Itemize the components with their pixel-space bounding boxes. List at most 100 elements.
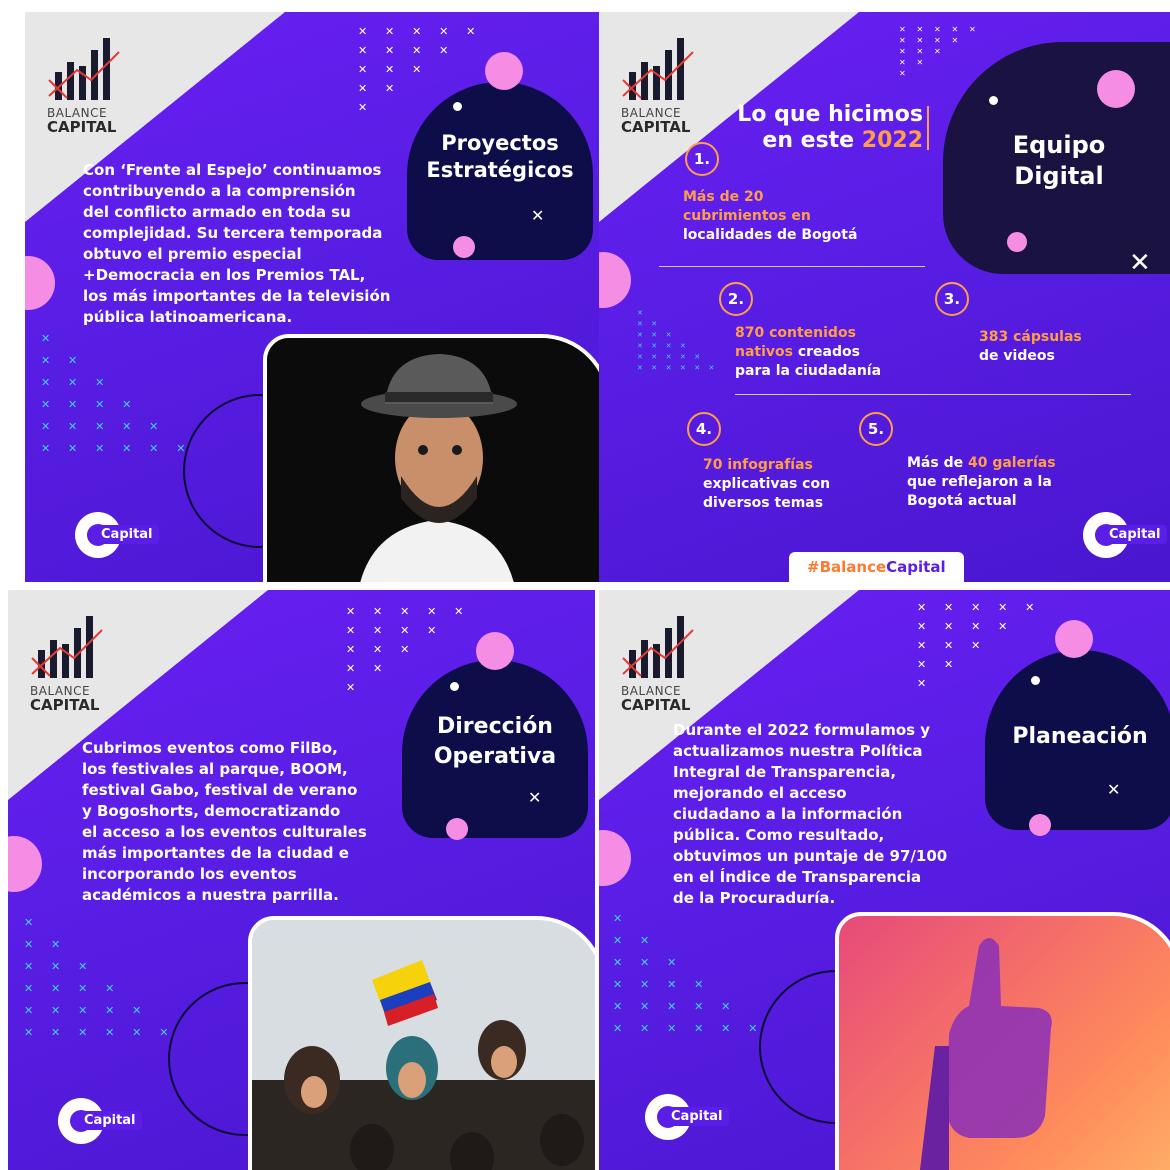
body-line: y Bogoshorts, democratizando: [82, 802, 341, 820]
pink-circle: [1055, 620, 1093, 658]
body-line: festival Gabo, festival de verano: [82, 781, 358, 799]
stat-text: Más de: [907, 455, 968, 471]
item-number-1: 1.: [685, 142, 719, 176]
body-line: contribuyendo a la comprensión: [83, 182, 356, 200]
bar-chart-icon: [48, 38, 120, 100]
capital-label: Capital: [78, 1111, 142, 1130]
body-line: del conflicto armado en toda su: [83, 203, 351, 221]
body-line: los festivales al parque, BOOM,: [82, 760, 348, 778]
white-dot: [989, 96, 998, 105]
title-blob: Proyectos Estratégicos ✕: [407, 82, 593, 260]
heading-text: en este: [762, 128, 862, 153]
stat-item-4: 70 infografías explicativas con diversos…: [703, 456, 830, 513]
pink-circle-left: [599, 252, 631, 308]
stat-line: explicativas con: [703, 476, 831, 492]
stat-line: 70 infografías: [703, 457, 813, 473]
body-line: ciudadano a la información: [673, 805, 903, 823]
divider-line: [659, 266, 925, 267]
body-line: obtuvo el premio especial: [83, 245, 302, 263]
white-dot: [453, 102, 462, 111]
heading-line-2: en este 2022: [733, 128, 923, 154]
panel-direccion-operativa: BALANCE CAPITAL ✕ ✕ ✕ ✕ ✕ ✕ ✕ ✕ ✕ ✕ ✕ ✕ …: [8, 590, 595, 1170]
body-line: de la Procuraduría.: [673, 889, 836, 907]
bar-chart-icon: [622, 616, 694, 678]
body-line: Integral de Transparencia,: [673, 763, 897, 781]
body-line: complejidad. Su tercera temporada: [83, 224, 383, 242]
thumbs-up-photo: [835, 912, 1170, 1170]
stat-line: diversos temas: [703, 495, 824, 511]
hashtag-part2: Capital: [886, 558, 946, 576]
title-blob: Dirección Operativa ✕: [402, 660, 588, 838]
balance-capital-logo: BALANCE CAPITAL: [30, 608, 140, 714]
title-line-1: Proyectos: [441, 131, 559, 155]
body-line: los más importantes de la televisión: [83, 287, 391, 305]
pink-circle-left: [8, 836, 42, 892]
title-line-1: Dirección: [437, 714, 553, 739]
thumbs-up-image: [919, 938, 1052, 1170]
stat-text: creados: [792, 344, 860, 360]
capital-logo: Capital: [1083, 512, 1167, 562]
stat-emph: nativos: [735, 344, 793, 360]
stat-line: que reflejaron a la: [907, 474, 1052, 490]
title-line-1: Equipo: [1012, 131, 1106, 159]
panel-planeacion: BALANCE CAPITAL ✕ ✕ ✕ ✕ ✕ ✕ ✕ ✕ ✕ ✕ ✕ ✕ …: [599, 590, 1170, 1170]
body-line: más importantes de la ciudad e: [82, 844, 349, 862]
stat-line: Bogotá actual: [907, 493, 1017, 509]
item-number-3: 3.: [935, 282, 969, 316]
body-line: en el Índice de Transparencia: [673, 868, 922, 886]
pink-circle-small: [1007, 232, 1027, 252]
close-x-icon: ✕: [528, 788, 542, 807]
stat-line: Más de 20: [683, 189, 764, 205]
pink-circle-small: [453, 236, 475, 258]
x-pattern-cyan: ✕ ✕ ✕ ✕ ✕ ✕ ✕ ✕ ✕ ✕ ✕ ✕ ✕ ✕ ✕ ✕ ✕ ✕ ✕ ✕ …: [613, 912, 765, 1035]
stat-line: para la ciudadanía: [735, 363, 882, 379]
stat-line: nativos creados: [735, 343, 881, 362]
title-line-2: Estratégicos: [426, 158, 574, 182]
title-line-2: Digital: [1014, 162, 1104, 190]
pink-circle-small: [446, 818, 468, 840]
bar-chart-icon: [622, 38, 694, 100]
capital-logo: Capital: [645, 1094, 729, 1144]
heading-year: 2022: [861, 128, 923, 153]
stat-line: localidades de Bogotá: [683, 227, 858, 243]
logo-line2: CAPITAL: [621, 696, 691, 714]
body-line: académicos a nuestra parrilla.: [82, 886, 339, 904]
white-dot: [1031, 676, 1040, 685]
crowd-image: [252, 920, 595, 1170]
divider-accent: [927, 106, 929, 150]
x-pattern-cyan: ✕ ✕ ✕ ✕ ✕ ✕ ✕ ✕ ✕ ✕ ✕ ✕ ✕ ✕ ✕ ✕ ✕ ✕ ✕ ✕ …: [41, 332, 193, 455]
body-line: actualizamos nuestra Política: [673, 742, 923, 760]
body-line: Con ‘Frente al Espejo’ continuamos: [83, 161, 382, 179]
capital-label: Capital: [1103, 525, 1167, 544]
stat-line: Más de 40 galerías: [907, 454, 1056, 473]
title-line-2: Operativa: [433, 744, 557, 769]
capital-logo: Capital: [75, 512, 159, 562]
logo-line2: CAPITAL: [621, 118, 691, 136]
item-number-2: 2.: [719, 282, 753, 316]
body-text: Cubrimos eventos como FilBo, los festiva…: [82, 738, 412, 906]
close-x-icon: ✕: [1129, 248, 1151, 278]
title-blob: Equipo Digital: [943, 42, 1170, 274]
pink-circle: [476, 632, 514, 670]
capital-label: Capital: [95, 525, 159, 544]
stat-item-2: 870 contenidos nativos creados para la c…: [735, 324, 881, 381]
panel-equipo-digital: BALANCE CAPITAL ✕ ✕ ✕ ✕ ✕ ✕ ✕ ✕ ✕ ✕ ✕ ✕ …: [599, 12, 1170, 582]
stat-emph: 40 galerías: [967, 455, 1056, 471]
body-line: +Democracia en los Premios TAL,: [83, 266, 366, 284]
title-line-1: Planeación: [1012, 724, 1148, 749]
body-line: Cubrimos eventos como FilBo,: [82, 739, 338, 757]
balance-capital-logo: BALANCE CAPITAL: [621, 608, 731, 714]
divider-line: [735, 394, 1131, 395]
balance-capital-logo: BALANCE CAPITAL: [621, 30, 731, 136]
body-line: mejorando el acceso: [673, 784, 847, 802]
body-line: Durante el 2022 formulamos y: [673, 721, 931, 739]
capital-label: Capital: [665, 1107, 729, 1126]
balance-capital-logo: BALANCE CAPITAL: [47, 30, 157, 136]
body-line: obtuvimos un puntaje de 97/100: [673, 847, 948, 865]
item-number-5: 5.: [859, 412, 893, 446]
body-line: pública latinoamericana.: [83, 308, 293, 326]
bar-chart-icon: [31, 616, 103, 678]
heading: Lo que hicimos en este 2022: [733, 102, 923, 154]
body-text: Durante el 2022 formulamos y actualizamo…: [673, 720, 1003, 909]
logo-line2: CAPITAL: [47, 118, 117, 136]
